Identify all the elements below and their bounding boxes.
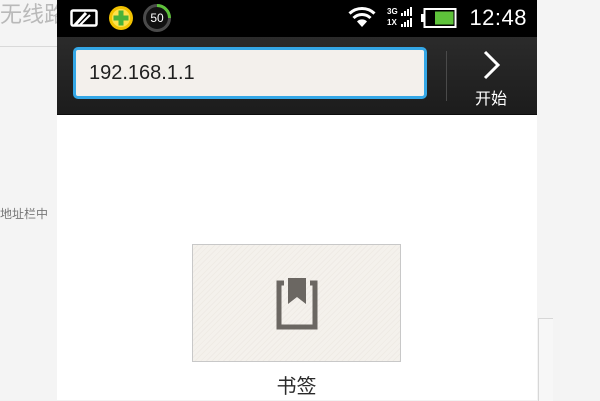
go-button-label: 开始: [474, 89, 507, 108]
battery-saver-value: 50: [150, 11, 164, 25]
cast-icon: [70, 9, 98, 27]
url-text: 192.168.1.1: [89, 61, 195, 84]
phone-screen: 50 3G 1X 12:48 192.168.1.1 开始 书签: [57, 0, 537, 400]
battery-icon: [421, 8, 457, 28]
background-divider: [0, 46, 60, 47]
wifi-icon: [348, 6, 376, 27]
toolbar-divider: [446, 51, 447, 101]
browser-toolbar: 192.168.1.1 开始: [57, 37, 537, 115]
background-side-box: [538, 318, 553, 401]
chevron-right-icon: [483, 50, 501, 80]
security-plus-icon: [109, 6, 133, 30]
go-button[interactable]: 开始: [455, 45, 527, 109]
bookmark-icon: [276, 278, 318, 330]
bookmarks-tile[interactable]: [192, 244, 401, 362]
url-input[interactable]: 192.168.1.1: [73, 47, 427, 99]
status-bar: 50 3G 1X 12:48: [57, 0, 537, 37]
status-clock: 12:48: [469, 5, 527, 30]
signal-icon: [401, 7, 412, 27]
network-3g-label: 3G: [387, 7, 398, 16]
network-1x-label: 1X: [387, 18, 397, 27]
browser-content: 书签: [57, 115, 537, 400]
bookmarks-label[interactable]: 书签: [192, 370, 401, 399]
background-snippet: 地址栏中: [0, 207, 49, 221]
